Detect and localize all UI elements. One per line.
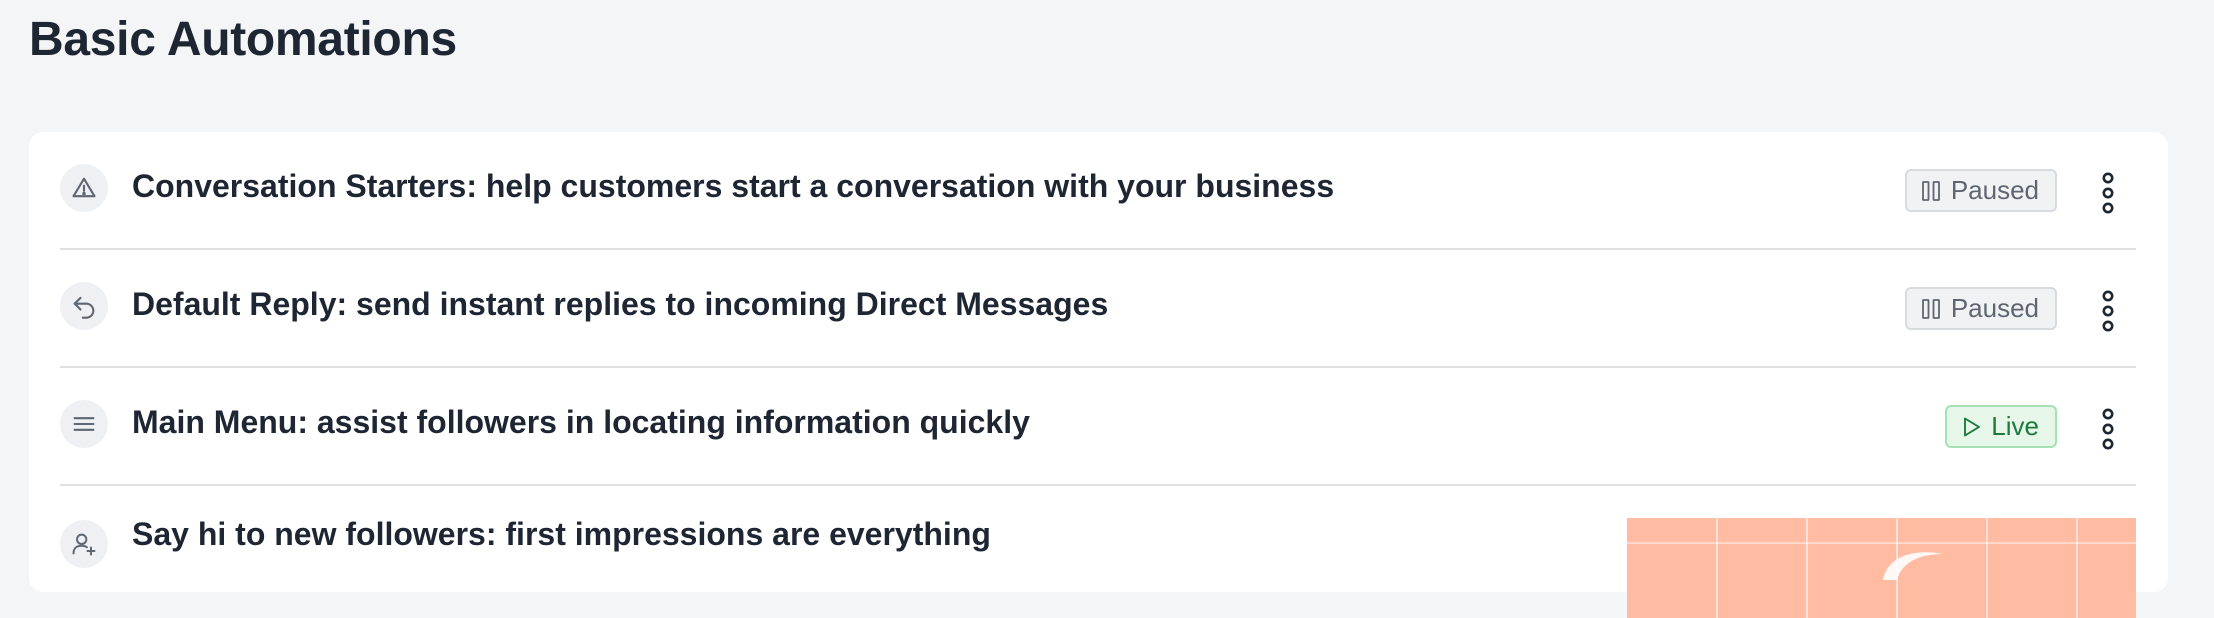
- status-text: Paused: [1950, 293, 2039, 323]
- automations-card: Conversation Starters: help customers st…: [29, 132, 2168, 618]
- preview-image: [1627, 518, 2136, 618]
- pause-icon: [1921, 298, 1940, 319]
- status-badge: Paused: [1904, 287, 2057, 330]
- reply-arrow-icon: [60, 282, 108, 330]
- automation-row-conversation-starters[interactable]: Conversation Starters: help customers st…: [60, 132, 2136, 250]
- kebab-menu-icon: [2102, 172, 2114, 214]
- automation-row-default-reply[interactable]: Default Reply: send instant replies to i…: [60, 250, 2136, 368]
- play-icon: [1964, 417, 1981, 436]
- automation-row-main-menu[interactable]: Main Menu: assist followers in locating …: [60, 368, 2136, 486]
- automation-row-say-hi[interactable]: Say hi to new followers: first impressio…: [60, 486, 2136, 618]
- status-badge: Paused: [1904, 169, 2057, 212]
- more-options-button[interactable]: [2093, 406, 2123, 452]
- more-options-button[interactable]: [2093, 288, 2123, 334]
- kebab-menu-icon: [2102, 408, 2114, 450]
- kebab-menu-icon: [2102, 290, 2114, 332]
- more-options-button[interactable]: [2093, 170, 2123, 216]
- pause-icon: [1921, 180, 1940, 201]
- status-text: Live: [1991, 411, 2039, 441]
- automation-label: Conversation Starters: help customers st…: [132, 168, 1335, 204]
- warning-triangle-icon: [60, 164, 108, 212]
- automation-label: Say hi to new followers: first impressio…: [132, 516, 991, 552]
- menu-lines-icon: [60, 400, 108, 448]
- status-badge: Live: [1945, 405, 2057, 448]
- page-title: Basic Automations: [29, 13, 457, 66]
- add-user-icon: [60, 520, 108, 568]
- automation-label: Main Menu: assist followers in locating …: [132, 404, 1030, 440]
- status-text: Paused: [1950, 175, 2039, 205]
- automation-label: Default Reply: send instant replies to i…: [132, 286, 1109, 322]
